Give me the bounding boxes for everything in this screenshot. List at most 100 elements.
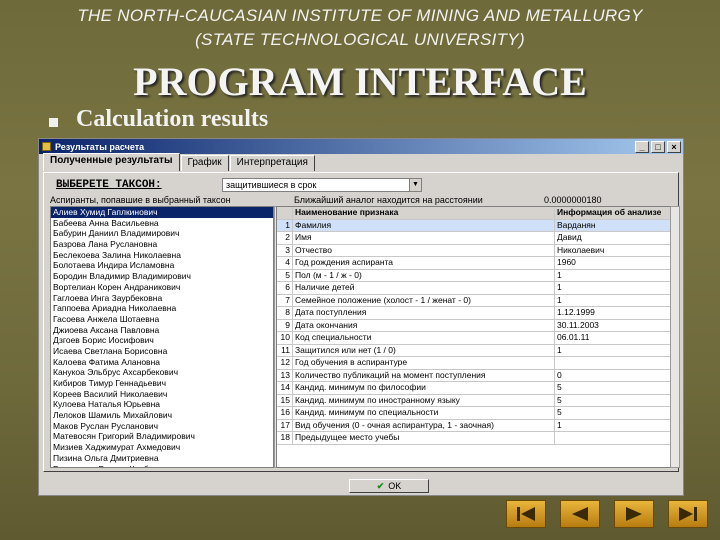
last-slide-button[interactable] [668,500,708,528]
table-cell[interactable]: Имя [293,232,555,244]
table-row[interactable]: 13 Количество публикаций на момент поступ… [277,369,673,382]
table-cell[interactable]: Год рождения аспиранта [293,257,555,269]
table-row[interactable]: 7 Семейное положение (холост - 1 / женат … [277,294,673,307]
table-row[interactable]: 10 Код специальности 06.01.11 [277,332,673,345]
next-slide-button[interactable] [614,500,654,528]
table-cell[interactable]: 5 [555,407,673,419]
table-cell[interactable]: 6 [277,282,293,294]
list-item[interactable]: Гаппоева Ариадна Николаевна [51,303,273,314]
table-row[interactable]: 8 Дата поступления 1.12.1999 [277,307,673,320]
close-button[interactable]: × [667,140,681,153]
table-row[interactable]: 4 Год рождения аспиранта 1960 [277,257,673,270]
table-row[interactable]: 6 Наличие детей 1 [277,282,673,295]
table-cell[interactable]: 1 [555,270,673,282]
table-cell[interactable]: 1960 [555,257,673,269]
table-row[interactable]: 16 Кандид. минимум по специальности 5 [277,407,673,420]
table-row[interactable]: 2 Имя Давид [277,232,673,245]
table-cell[interactable]: 0 [555,370,673,382]
table-cell[interactable]: 06.01.11 [555,332,673,344]
table-row[interactable]: 12 Год обучения в аспирантуре [277,357,673,370]
table-cell[interactable]: 12 [277,357,293,369]
list-item[interactable]: Исаева Светлана Борисовна [51,346,273,357]
table-cell[interactable]: 1 [555,345,673,357]
list-item[interactable]: Кулоева Наталья Юрьевна [51,399,273,410]
table-cell[interactable]: 13 [277,369,293,381]
tab-results[interactable]: Полученные результаты [43,153,180,171]
table-cell[interactable]: Предыдущее место учебы [293,432,555,444]
taxon-select[interactable]: защитившиеся в срок ▼ [222,178,422,192]
attributes-grid-scrollbar[interactable] [670,206,680,468]
table-cell[interactable]: Год обучения в аспирантуре [293,357,555,369]
minimize-button[interactable]: _ [635,140,649,153]
list-item[interactable]: Бородин Владимир Владимирович [51,271,273,282]
list-item[interactable]: Бабурин Даниил Владимирович [51,228,273,239]
list-item[interactable]: Кореев Василий Николаевич [51,389,273,400]
table-cell[interactable]: 1 [277,219,293,231]
table-cell[interactable]: Защитился или нет (1 / 0) [293,344,555,356]
table-cell[interactable]: Семейное положение (холост - 1 / женат -… [293,294,555,306]
table-cell[interactable]: Количество публикаций на момент поступле… [293,369,555,381]
table-cell[interactable]: Варданян [555,220,673,232]
ok-button[interactable]: ✔ OK [349,479,429,493]
list-item[interactable]: Болотаева Индира Исламовна [51,260,273,271]
table-cell[interactable]: Дата поступления [293,307,555,319]
table-cell[interactable]: Кандид. минимум по иностранному языку [293,394,555,406]
table-cell[interactable]: 15 [277,394,293,406]
table-row[interactable]: 14 Кандид. минимум по философии 5 [277,382,673,395]
table-cell[interactable]: Фамилия [293,219,555,231]
table-cell[interactable]: Николаевич [555,245,673,257]
chevron-down-icon[interactable]: ▼ [409,179,421,191]
table-cell[interactable]: 17 [277,419,293,431]
table-row[interactable]: 18 Предыдущее место учебы [277,432,673,445]
table-cell[interactable] [555,357,673,369]
table-row[interactable]: 5 Пол (м - 1 / ж - 0) 1 [277,269,673,282]
table-cell[interactable]: 3 [277,244,293,256]
list-item[interactable]: Вортелиан Корен Андраникович [51,282,273,293]
table-cell[interactable]: Кандид. минимум по специальности [293,407,555,419]
list-item[interactable]: Джиоева Аксана Павловна [51,325,273,336]
table-cell[interactable]: 9 [277,319,293,331]
table-cell[interactable]: 16 [277,407,293,419]
table-cell[interactable]: 18 [277,432,293,444]
table-cell[interactable]: Вид обучения (0 - очная аспирантура, 1 -… [293,419,555,431]
table-cell[interactable]: 10 [277,332,293,344]
table-cell[interactable]: 14 [277,382,293,394]
grid-header-cell[interactable]: Наименование признака [293,207,555,219]
attributes-grid[interactable]: Наименование признака Информация об анали… [276,206,674,468]
list-item[interactable]: Матевосян Григорий Владимирович [51,431,273,442]
table-cell[interactable]: Дата окончания [293,319,555,331]
list-item[interactable]: Кибиров Тимур Геннадьевич [51,378,273,389]
list-item[interactable]: Бабеева Анна Васильевна [51,218,273,229]
table-row[interactable]: 3 Отчество Николаевич [277,244,673,257]
table-cell[interactable]: 11 [277,344,293,356]
list-item[interactable]: Мизиев Хаджимурат Ахмедович [51,442,273,453]
list-item[interactable]: Пизина Ольга Дмитриевна [51,453,273,464]
table-row[interactable]: 17 Вид обучения (0 - очная аспирантура, 1… [277,419,673,432]
list-item[interactable]: Маков Руслан Русланович [51,421,273,432]
table-cell[interactable]: 1 [555,420,673,432]
table-cell[interactable]: 1.12.1999 [555,307,673,319]
table-cell[interactable]: 8 [277,307,293,319]
table-cell[interactable]: 5 [555,395,673,407]
table-cell[interactable] [555,432,673,444]
list-item[interactable]: Гасоева Анжела Шотаевна [51,314,273,325]
table-row[interactable]: 1 Фамилия Варданян [277,219,673,232]
table-cell[interactable]: 5 [555,382,673,394]
list-item[interactable]: Лелоков Шамиль Михайлович [51,410,273,421]
first-slide-button[interactable] [506,500,546,528]
tab-interpretation[interactable]: Интерпретация [229,155,315,171]
list-item[interactable]: Канукоа Эльбрус Ахсарбекович [51,367,273,378]
prev-slide-button[interactable] [560,500,600,528]
grid-header-cell[interactable] [277,207,293,219]
students-list[interactable]: Алиев Хумид Гаплкинович Бабеева Анна Васи… [50,206,274,468]
list-item[interactable]: Дзгоев Борис Иосифович [51,335,273,346]
list-item[interactable]: Беслекоева Залина Николаевна [51,250,273,261]
table-row[interactable]: 9 Дата окончания 30.11.2003 [277,319,673,332]
grid-header-cell[interactable]: Информация об анализе [555,207,673,219]
table-cell[interactable]: Отчество [293,244,555,256]
table-cell[interactable]: Давид [555,232,673,244]
table-cell[interactable]: 1 [555,295,673,307]
table-cell[interactable]: Пол (м - 1 / ж - 0) [293,269,555,281]
table-cell[interactable]: Кандид. минимум по философии [293,382,555,394]
list-item[interactable]: Гаглоева Инга Заурбековна [51,293,273,304]
